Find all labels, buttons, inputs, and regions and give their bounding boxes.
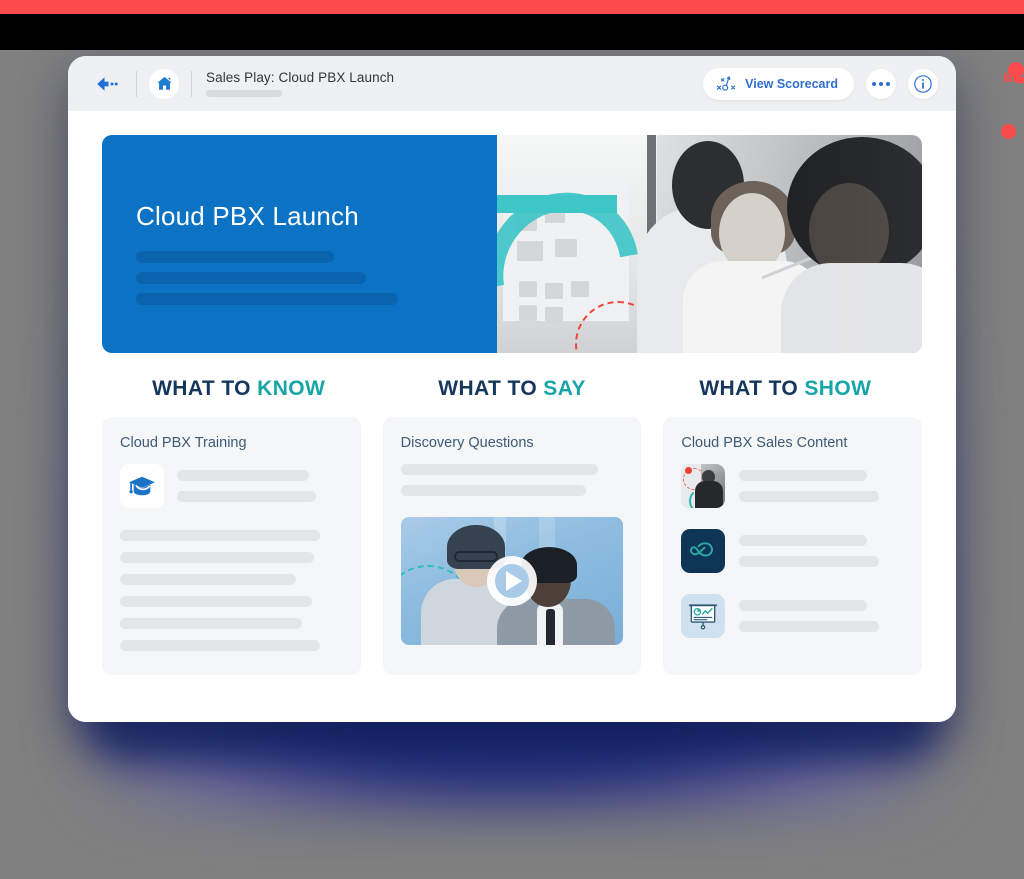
heading-highlight: KNOW (257, 377, 326, 400)
play-icon (495, 564, 529, 598)
video-person-1-glasses (453, 551, 498, 562)
training-item-placeholder-lines (177, 464, 343, 512)
heading-what-to-say: WHAT TO SAY (375, 377, 648, 401)
heading-prefix: WHAT TO (438, 377, 544, 400)
training-item[interactable] (120, 464, 343, 512)
toolbar: Sales Play: Cloud PBX Launch View Scorec… (68, 56, 956, 111)
page-content: Cloud PBX Launch WHAT TO KNOW WHAT TO SA… (68, 111, 956, 722)
page-title: Sales Play: Cloud PBX Launch (206, 70, 395, 85)
sales-content-item-placeholder-lines (739, 594, 904, 642)
app-window: Sales Play: Cloud PBX Launch View Scorec… (68, 56, 956, 722)
heading-prefix: WHAT TO (152, 377, 258, 400)
discovery-placeholder-lines (400, 464, 624, 496)
hero-description-placeholder (136, 251, 463, 305)
sales-content-item[interactable] (681, 529, 904, 577)
heading-highlight: SHOW (804, 377, 872, 400)
card-cloud-pbx-training[interactable]: Cloud PBX Training (102, 417, 361, 675)
presentation-chart-icon (681, 594, 726, 638)
graduation-cap-icon (129, 476, 155, 496)
info-circle-icon (914, 74, 932, 93)
decor-red-slab (1016, 77, 1024, 83)
hero-banner: Cloud PBX Launch (102, 135, 922, 353)
toolbar-divider-1 (136, 70, 137, 97)
ellipsis-icon (872, 81, 890, 86)
hero-image (497, 135, 922, 353)
sales-content-item[interactable] (681, 594, 904, 642)
cloud-infinity-logo-icon (681, 529, 726, 573)
discovery-video-thumbnail[interactable] (400, 517, 624, 645)
card-title: Cloud PBX Training (120, 435, 247, 451)
playbook-strategy-icon (716, 75, 736, 91)
heading-highlight: SAY (543, 377, 586, 400)
play-button[interactable] (487, 556, 537, 606)
more-options-button[interactable] (866, 68, 896, 99)
card-cloud-pbx-sales-content[interactable]: Cloud PBX Sales Content (663, 417, 923, 675)
page-subtitle-placeholder (206, 90, 282, 97)
home-icon (156, 76, 172, 90)
view-scorecard-label: View Scorecard (745, 76, 838, 91)
card-discovery-questions[interactable]: Discovery Questions (382, 417, 642, 675)
sales-content-item-placeholder-lines (739, 464, 904, 512)
heading-what-to-show: WHAT TO SHOW (649, 377, 922, 401)
toolbar-divider-2 (191, 70, 192, 97)
photo-thumbnail-icon (681, 464, 726, 508)
view-scorecard-button[interactable]: View Scorecard (703, 67, 854, 100)
hero-text-panel: Cloud PBX Launch (102, 135, 497, 353)
sales-content-item[interactable] (681, 464, 904, 512)
column-headings: WHAT TO KNOW WHAT TO SAY WHAT TO SHOW (102, 377, 922, 401)
back-button[interactable] (90, 67, 124, 101)
training-list-placeholder (120, 530, 343, 651)
sales-content-item-placeholder-lines (739, 529, 904, 577)
content-cards: Cloud PBX Training Discovery Questions C… (102, 417, 923, 675)
arrow-left-dotted-icon (97, 76, 118, 91)
training-icon-tile (120, 464, 164, 508)
decor-red-dot-lower (1001, 124, 1016, 139)
home-button[interactable] (149, 68, 179, 99)
hero-title: Cloud PBX Launch (136, 201, 359, 231)
card-title: Cloud PBX Sales Content (681, 435, 848, 451)
heading-prefix: WHAT TO (699, 377, 805, 400)
toolbar-title-group: Sales Play: Cloud PBX Launch (206, 70, 394, 97)
info-button[interactable] (908, 68, 938, 99)
decor-red-strip (0, 0, 1024, 14)
toolbar-actions: View Scorecard (703, 67, 938, 100)
decor-black-strip (0, 14, 1024, 50)
card-title: Discovery Questions (400, 435, 534, 451)
heading-what-to-know: WHAT TO KNOW (102, 377, 375, 401)
